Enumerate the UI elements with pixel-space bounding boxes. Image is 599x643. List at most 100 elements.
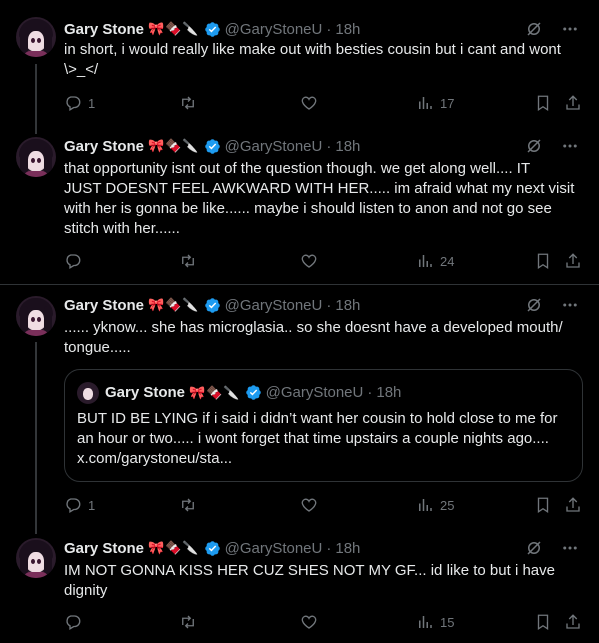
views-count: 25 xyxy=(440,497,455,513)
like-button[interactable] xyxy=(300,496,318,514)
display-name[interactable]: Gary Stone xyxy=(64,21,144,38)
timestamp[interactable]: 18h xyxy=(335,21,360,38)
tweet-text-line: stitch with her...... xyxy=(64,220,180,237)
quote-link[interactable]: x.com/garystoneu/sta... xyxy=(77,449,572,469)
bookmark-button[interactable] xyxy=(534,252,552,270)
timestamp[interactable]: 18h xyxy=(335,297,360,314)
retweet-button[interactable] xyxy=(179,496,197,514)
reply-button[interactable]: 1 xyxy=(64,496,95,514)
like-button[interactable] xyxy=(300,94,318,112)
tweet-header: Gary Stone 🎀🍫🔪 @GaryStoneU · 18h xyxy=(64,295,360,315)
tweet-top-icons xyxy=(525,20,579,38)
views-button[interactable]: 15 xyxy=(416,613,454,631)
reply-button[interactable] xyxy=(64,252,88,270)
share-button[interactable] xyxy=(564,496,582,514)
retweet-button[interactable] xyxy=(179,252,197,270)
share-button[interactable] xyxy=(564,94,582,112)
timestamp[interactable]: 18h xyxy=(335,540,360,557)
share-button[interactable] xyxy=(564,613,582,631)
retweet-icon xyxy=(182,254,194,268)
reply-count: 1 xyxy=(88,95,96,111)
grok-icon[interactable] xyxy=(525,20,543,38)
more-icon[interactable] xyxy=(561,137,579,155)
tweet-top-icons xyxy=(525,539,579,557)
handle[interactable]: @GaryStoneU xyxy=(225,138,323,155)
display-name[interactable]: Gary Stone xyxy=(64,138,144,155)
tweet-text-line: ...... yknow... she has microglasia.. so… xyxy=(64,319,563,336)
reply-icon xyxy=(66,96,81,111)
tweet-header: Gary Stone 🎀🍫🔪 @GaryStoneU · 18h xyxy=(64,136,360,156)
reply-button[interactable]: 1 xyxy=(64,94,95,112)
tweet-text-line: tongue..... xyxy=(64,339,131,356)
heart-icon xyxy=(301,498,317,512)
heart-icon xyxy=(301,96,317,110)
bookmark-button[interactable] xyxy=(534,613,552,631)
views-button[interactable]: 17 xyxy=(416,94,454,112)
quote-text-line: an hour or two..... i wont forget that t… xyxy=(77,430,549,447)
views-button[interactable]: 25 xyxy=(416,496,454,514)
thread-line xyxy=(35,64,37,134)
analytics-icon xyxy=(419,97,432,109)
quote-header: Gary Stone 🎀🍫🔪 @GaryStoneU · 18h xyxy=(105,384,401,401)
separator-dot: · xyxy=(326,137,332,155)
display-name[interactable]: Gary Stone xyxy=(64,297,144,314)
tweet-text-line: that opportunity isnt out of the questio… xyxy=(64,160,531,177)
verified-badge-icon xyxy=(245,385,261,400)
tweet-text-line: in short, i would really like make out w… xyxy=(64,41,561,58)
quote-timestamp: 18h xyxy=(376,384,402,401)
timestamp[interactable]: 18h xyxy=(335,138,360,155)
tweet-actions: 24 xyxy=(64,251,584,271)
name-emojis: 🎀🍫🔪 xyxy=(148,138,200,153)
like-button[interactable] xyxy=(300,252,318,270)
quoted-tweet[interactable]: Gary Stone 🎀🍫🔪 @GaryStoneU · 18h BUT ID … xyxy=(64,369,583,482)
handle[interactable]: @GaryStoneU xyxy=(225,297,323,314)
retweet-button[interactable] xyxy=(179,613,197,631)
views-button[interactable]: 24 xyxy=(416,252,454,270)
share-button[interactable] xyxy=(564,252,582,270)
bookmark-icon xyxy=(537,95,549,112)
bookmark-button[interactable] xyxy=(534,94,552,112)
like-button[interactable] xyxy=(300,613,318,631)
retweet-button[interactable] xyxy=(179,94,197,112)
tweet-text-line: dignity xyxy=(64,582,108,599)
tweet-header: Gary Stone 🎀🍫🔪 @GaryStoneU · 18h xyxy=(64,19,360,39)
avatar[interactable] xyxy=(16,538,56,578)
grok-icon[interactable] xyxy=(525,137,543,155)
divider xyxy=(0,284,599,285)
tweet-text: in short, i would really like make out w… xyxy=(64,40,584,80)
heart-icon xyxy=(301,254,317,268)
grok-icon[interactable] xyxy=(525,539,543,557)
avatar[interactable] xyxy=(16,137,56,177)
more-icon[interactable] xyxy=(561,20,579,38)
separator-dot: · xyxy=(326,539,332,557)
quote-text: BUT ID BE LYING if i said i didn’t want … xyxy=(77,409,572,469)
handle[interactable]: @GaryStoneU xyxy=(225,540,323,557)
reply-count: 1 xyxy=(88,497,96,513)
display-name[interactable]: Gary Stone xyxy=(64,540,144,557)
reply-button[interactable] xyxy=(64,613,88,631)
tweet-actions: 15 xyxy=(64,612,584,632)
quote-handle: @GaryStoneU xyxy=(265,384,364,401)
name-emojis: 🎀🍫🔪 xyxy=(148,21,200,36)
reply-icon xyxy=(66,498,81,513)
retweet-icon xyxy=(182,96,194,110)
heart-icon xyxy=(301,615,317,629)
more-icon[interactable] xyxy=(561,539,579,557)
quote-text-line: BUT ID BE LYING if i said i didn’t want … xyxy=(77,410,558,427)
more-icon[interactable] xyxy=(561,296,579,314)
share-icon xyxy=(566,614,580,629)
views-count: 15 xyxy=(440,614,455,630)
bookmark-button[interactable] xyxy=(534,496,552,514)
avatar[interactable] xyxy=(16,296,56,336)
verified-badge-icon xyxy=(204,297,220,313)
tweet-actions: 1 25 xyxy=(64,495,584,515)
handle[interactable]: @GaryStoneU xyxy=(225,21,323,38)
retweet-icon xyxy=(182,615,194,629)
grok-icon[interactable] xyxy=(525,296,543,314)
avatar[interactable] xyxy=(16,17,56,57)
tweet-text-line: \>_</ xyxy=(64,61,99,78)
bookmark-icon xyxy=(537,253,549,270)
verified-badge-icon xyxy=(204,21,220,37)
separator-dot: · xyxy=(326,296,332,314)
quote-name-emojis: 🎀🍫🔪 xyxy=(189,384,241,400)
